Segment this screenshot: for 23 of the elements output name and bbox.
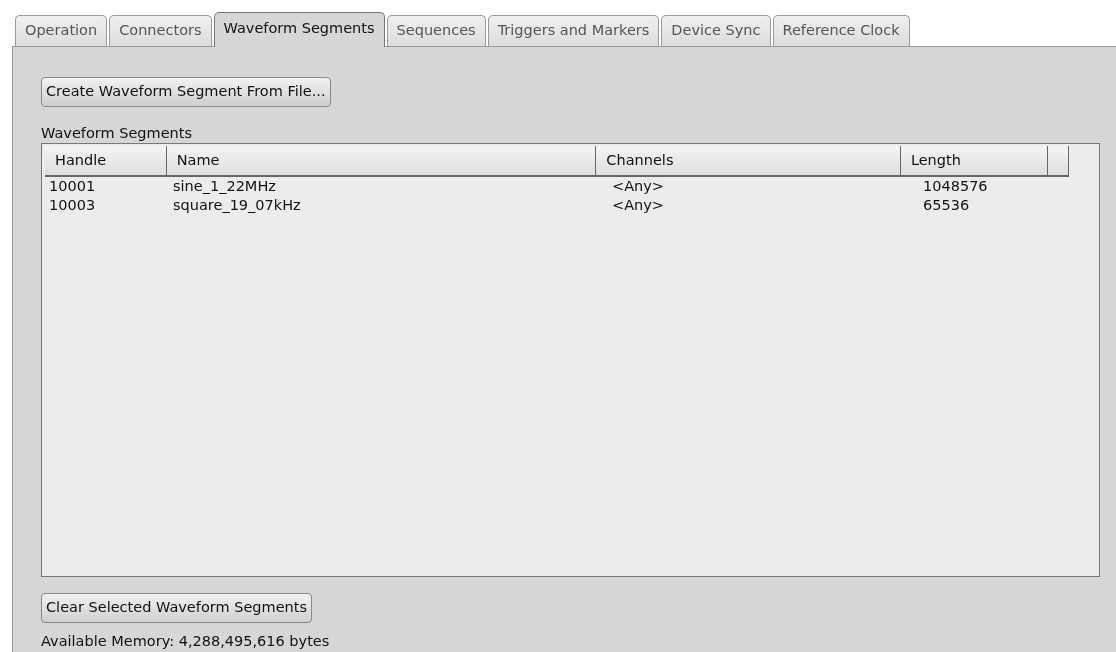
table-cell: square_19_07kHz: [173, 197, 301, 213]
column-header[interactable]: Length: [900, 146, 1048, 175]
column-header[interactable]: Handle: [45, 146, 167, 175]
table-cell: 65536: [923, 197, 970, 213]
tab[interactable]: Waveform Segments: [213, 12, 385, 47]
tab[interactable]: Triggers and Markers: [487, 15, 660, 46]
table-cell: <Any>: [612, 178, 664, 194]
table-label: Waveform Segments: [41, 125, 193, 141]
clear-segments-button[interactable]: Clear Selected Waveform Segments: [41, 593, 312, 623]
column-header[interactable]: Channels: [596, 146, 901, 175]
tab[interactable]: Reference Clock: [772, 15, 910, 46]
table-cell: 10003: [49, 197, 96, 213]
table-cell: sine_1_22MHz: [173, 178, 276, 194]
table-cell: 10001: [49, 178, 96, 194]
table-cell: 1048576: [923, 178, 988, 194]
table-cell: <Any>: [612, 197, 664, 213]
available-memory-text: Available Memory: 4,288,495,616 bytes: [41, 633, 330, 649]
create-segment-button[interactable]: Create Waveform Segment From File...: [41, 77, 331, 107]
tab[interactable]: Sequences: [386, 15, 486, 46]
column-header[interactable]: Name: [166, 146, 597, 175]
tab[interactable]: Operation: [15, 15, 108, 46]
tab[interactable]: Device Sync: [661, 15, 771, 46]
tab[interactable]: Connectors: [109, 15, 212, 46]
